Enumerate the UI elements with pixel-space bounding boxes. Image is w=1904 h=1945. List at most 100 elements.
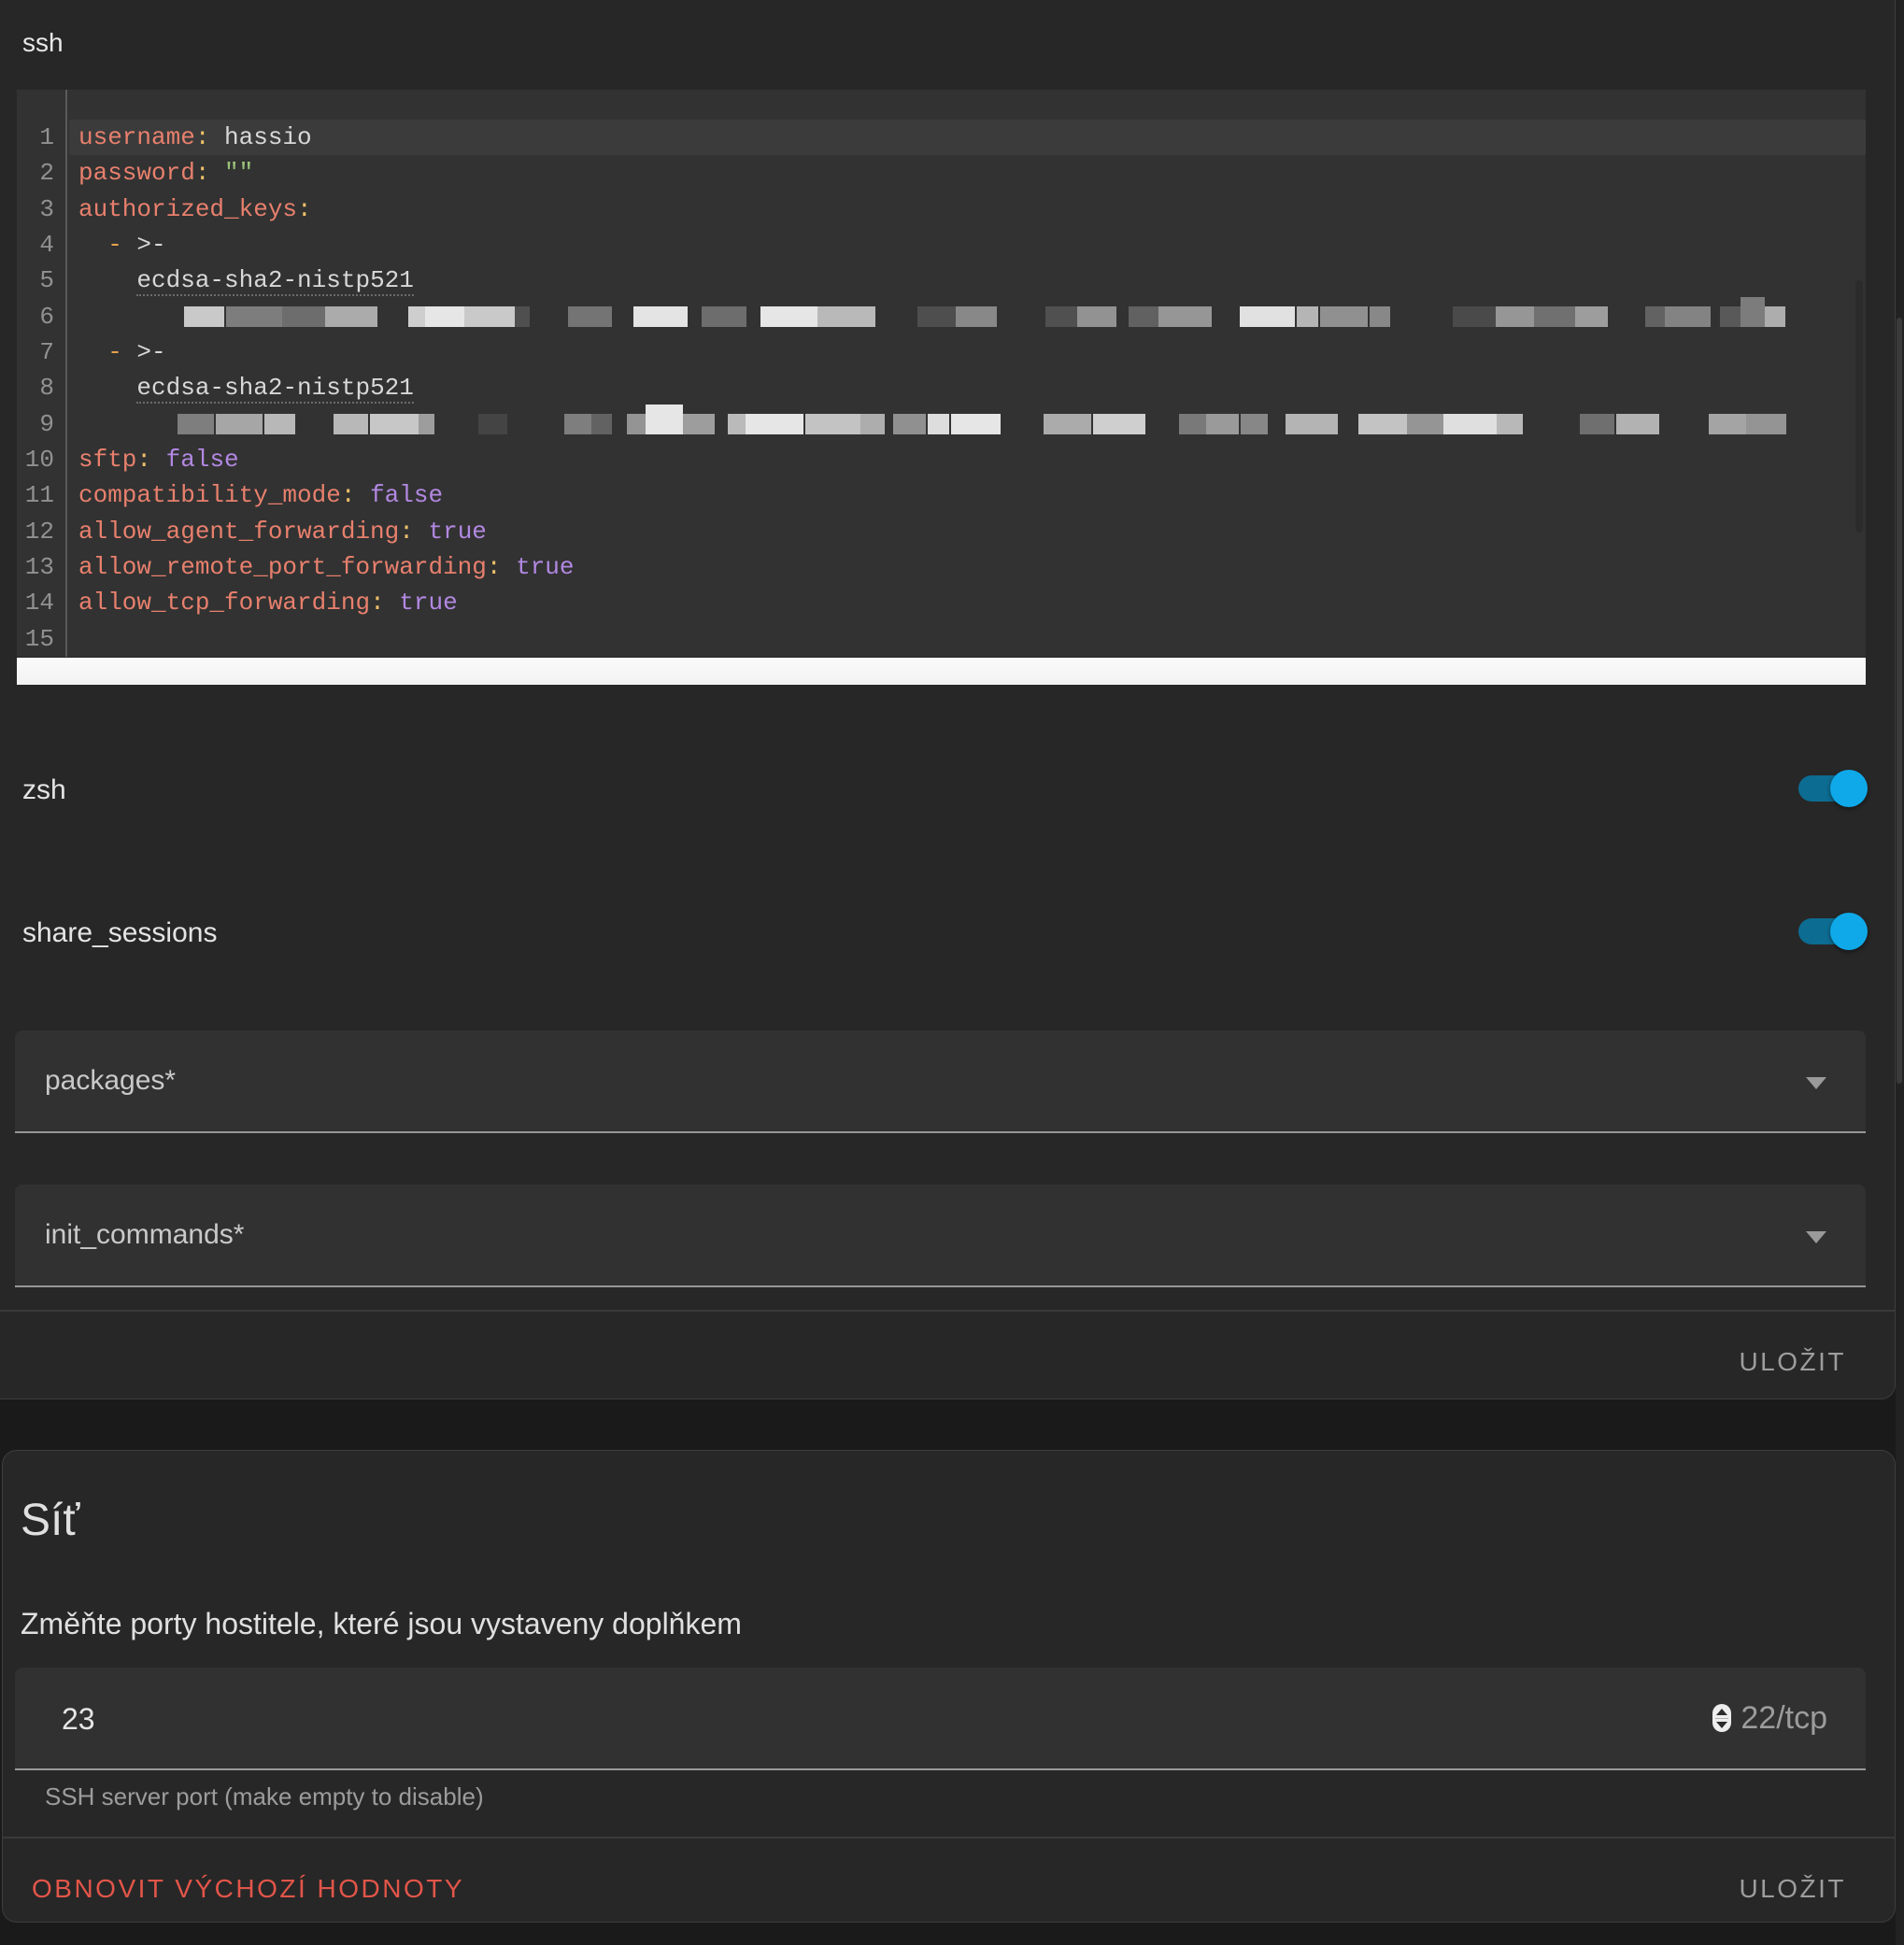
network-section-title: Síť [21,1495,79,1547]
share-sessions-toggle[interactable] [1798,918,1866,944]
page-scrollbar-thumb[interactable] [1897,318,1902,1084]
line-number: 13 [17,549,67,585]
editor-line: 15 [17,621,1866,657]
editor-line: 2password: "" [17,155,1866,191]
init-commands-select-label: init_commands* [45,1185,244,1285]
code-token: : [399,518,414,546]
ssh-port-input[interactable] [60,1668,1465,1770]
code-token: : [195,159,210,187]
editor-vertical-scrollbar-thumb[interactable] [1855,280,1863,532]
code-token: compatibility_mode [78,481,341,509]
code-token: : [136,446,151,474]
code-token [78,374,136,402]
line-number: 12 [17,514,67,549]
code-token [414,518,429,546]
share-sessions-label: share_sessions [22,917,217,949]
code-line: allow_remote_port_forwarding: true [69,549,1866,585]
config-footer-divider [0,1310,1896,1312]
editor-horizontal-scrollbar[interactable] [17,658,1866,685]
packages-select[interactable]: packages* [15,1030,1866,1133]
editor-line: 9 [17,406,1866,442]
stepper-divider [1715,1718,1728,1719]
code-line: username: hassio [69,120,1866,155]
code-token: true [516,553,574,581]
editor-line: 5 ecdsa-sha2-nistp521 [17,263,1866,298]
code-line: authorized_keys: [69,192,1866,227]
code-token: sftp [78,446,136,474]
code-token: ecdsa-sha2-nistp521 [136,266,413,296]
code-line: - >- [69,227,1866,263]
editor-line: 4 - >- [17,227,1866,263]
code-token: >- [122,338,166,366]
editor-line: 8 ecdsa-sha2-nistp521 [17,370,1866,405]
yaml-code-editor[interactable]: 1username: hassio2password: ""3authorize… [17,90,1866,657]
code-line: compatibility_mode: false [69,477,1866,513]
page-scrollbar[interactable] [1896,0,1904,1945]
code-token [355,481,370,509]
code-token [209,159,224,187]
ssh-field-label: ssh [22,28,64,58]
addon-config-page: ssh 1username: hassio2password: ""3autho… [0,0,1904,1945]
line-number: 9 [17,406,67,442]
stepper-up-icon[interactable] [1716,1709,1727,1715]
editor-line: 7 - >- [17,334,1866,370]
code-token: : [341,481,356,509]
zsh-label: zsh [22,774,66,806]
editor-line: 10sftp: false [17,442,1866,477]
code-line: sftp: false [69,442,1866,477]
editor-line: 6 [17,299,1866,334]
line-number: 1 [17,120,67,155]
code-token: : [370,589,385,617]
editor-line: 14allow_tcp_forwarding: true [17,585,1866,620]
config-save-button[interactable]: ULOŽIT [1726,1338,1859,1386]
code-line: password: "" [69,155,1866,191]
ssh-port-helper-text: SSH server port (make empty to disable) [45,1782,484,1811]
code-line: ecdsa-sha2-nistp521 [69,370,1866,405]
code-token: allow_agent_forwarding [78,518,399,546]
line-number: 6 [17,299,67,334]
editor-lines: 1username: hassio2password: ""3authorize… [17,120,1866,657]
number-stepper[interactable] [1712,1704,1731,1732]
line-number: 14 [17,585,67,620]
editor-line: 3authorized_keys: [17,192,1866,227]
code-token [501,553,516,581]
line-number: 4 [17,227,67,263]
line-number: 5 [17,263,67,298]
toggle-thumb [1830,913,1868,950]
code-token: false [370,481,443,509]
code-token: allow_tcp_forwarding [78,589,370,617]
stepper-down-icon[interactable] [1716,1722,1727,1728]
editor-line: 12allow_agent_forwarding: true [17,514,1866,549]
editor-line: 11compatibility_mode: false [17,477,1866,513]
code-token: allow_remote_port_forwarding [78,553,487,581]
code-line: ecdsa-sha2-nistp521 [69,263,1866,298]
code-token: : [195,123,210,151]
line-number: 10 [17,442,67,477]
editor-line: 13allow_remote_port_forwarding: true [17,549,1866,585]
redacted-key-blur [136,406,1866,442]
code-token [385,589,400,617]
code-line: allow_tcp_forwarding: true [69,585,1866,620]
ssh-port-field: 22/tcp [15,1668,1866,1770]
line-number: 3 [17,192,67,227]
zsh-toggle[interactable] [1798,775,1866,802]
code-token: username [78,123,195,151]
init-commands-select[interactable]: init_commands* [15,1185,1866,1287]
code-token [78,338,107,366]
code-token: >- [122,231,166,259]
chevron-down-icon [1806,1231,1826,1243]
network-save-button[interactable]: ULOŽIT [1726,1865,1859,1913]
toggle-thumb [1830,770,1868,807]
code-token [78,266,136,294]
editor-line: 1username: hassio [17,120,1866,155]
code-line: allow_agent_forwarding: true [69,514,1866,549]
network-section-subtitle: Změňte porty hostitele, které jsou vysta… [21,1607,742,1641]
reset-defaults-button[interactable]: OBNOVIT VÝCHOZÍ HODNOTY [19,1865,477,1913]
code-line [69,299,1866,334]
code-line [69,621,1866,657]
code-token: ecdsa-sha2-nistp521 [136,374,413,404]
line-number: 8 [17,370,67,405]
code-line: - >- [69,334,1866,370]
code-token [151,446,166,474]
code-token: true [428,518,486,546]
